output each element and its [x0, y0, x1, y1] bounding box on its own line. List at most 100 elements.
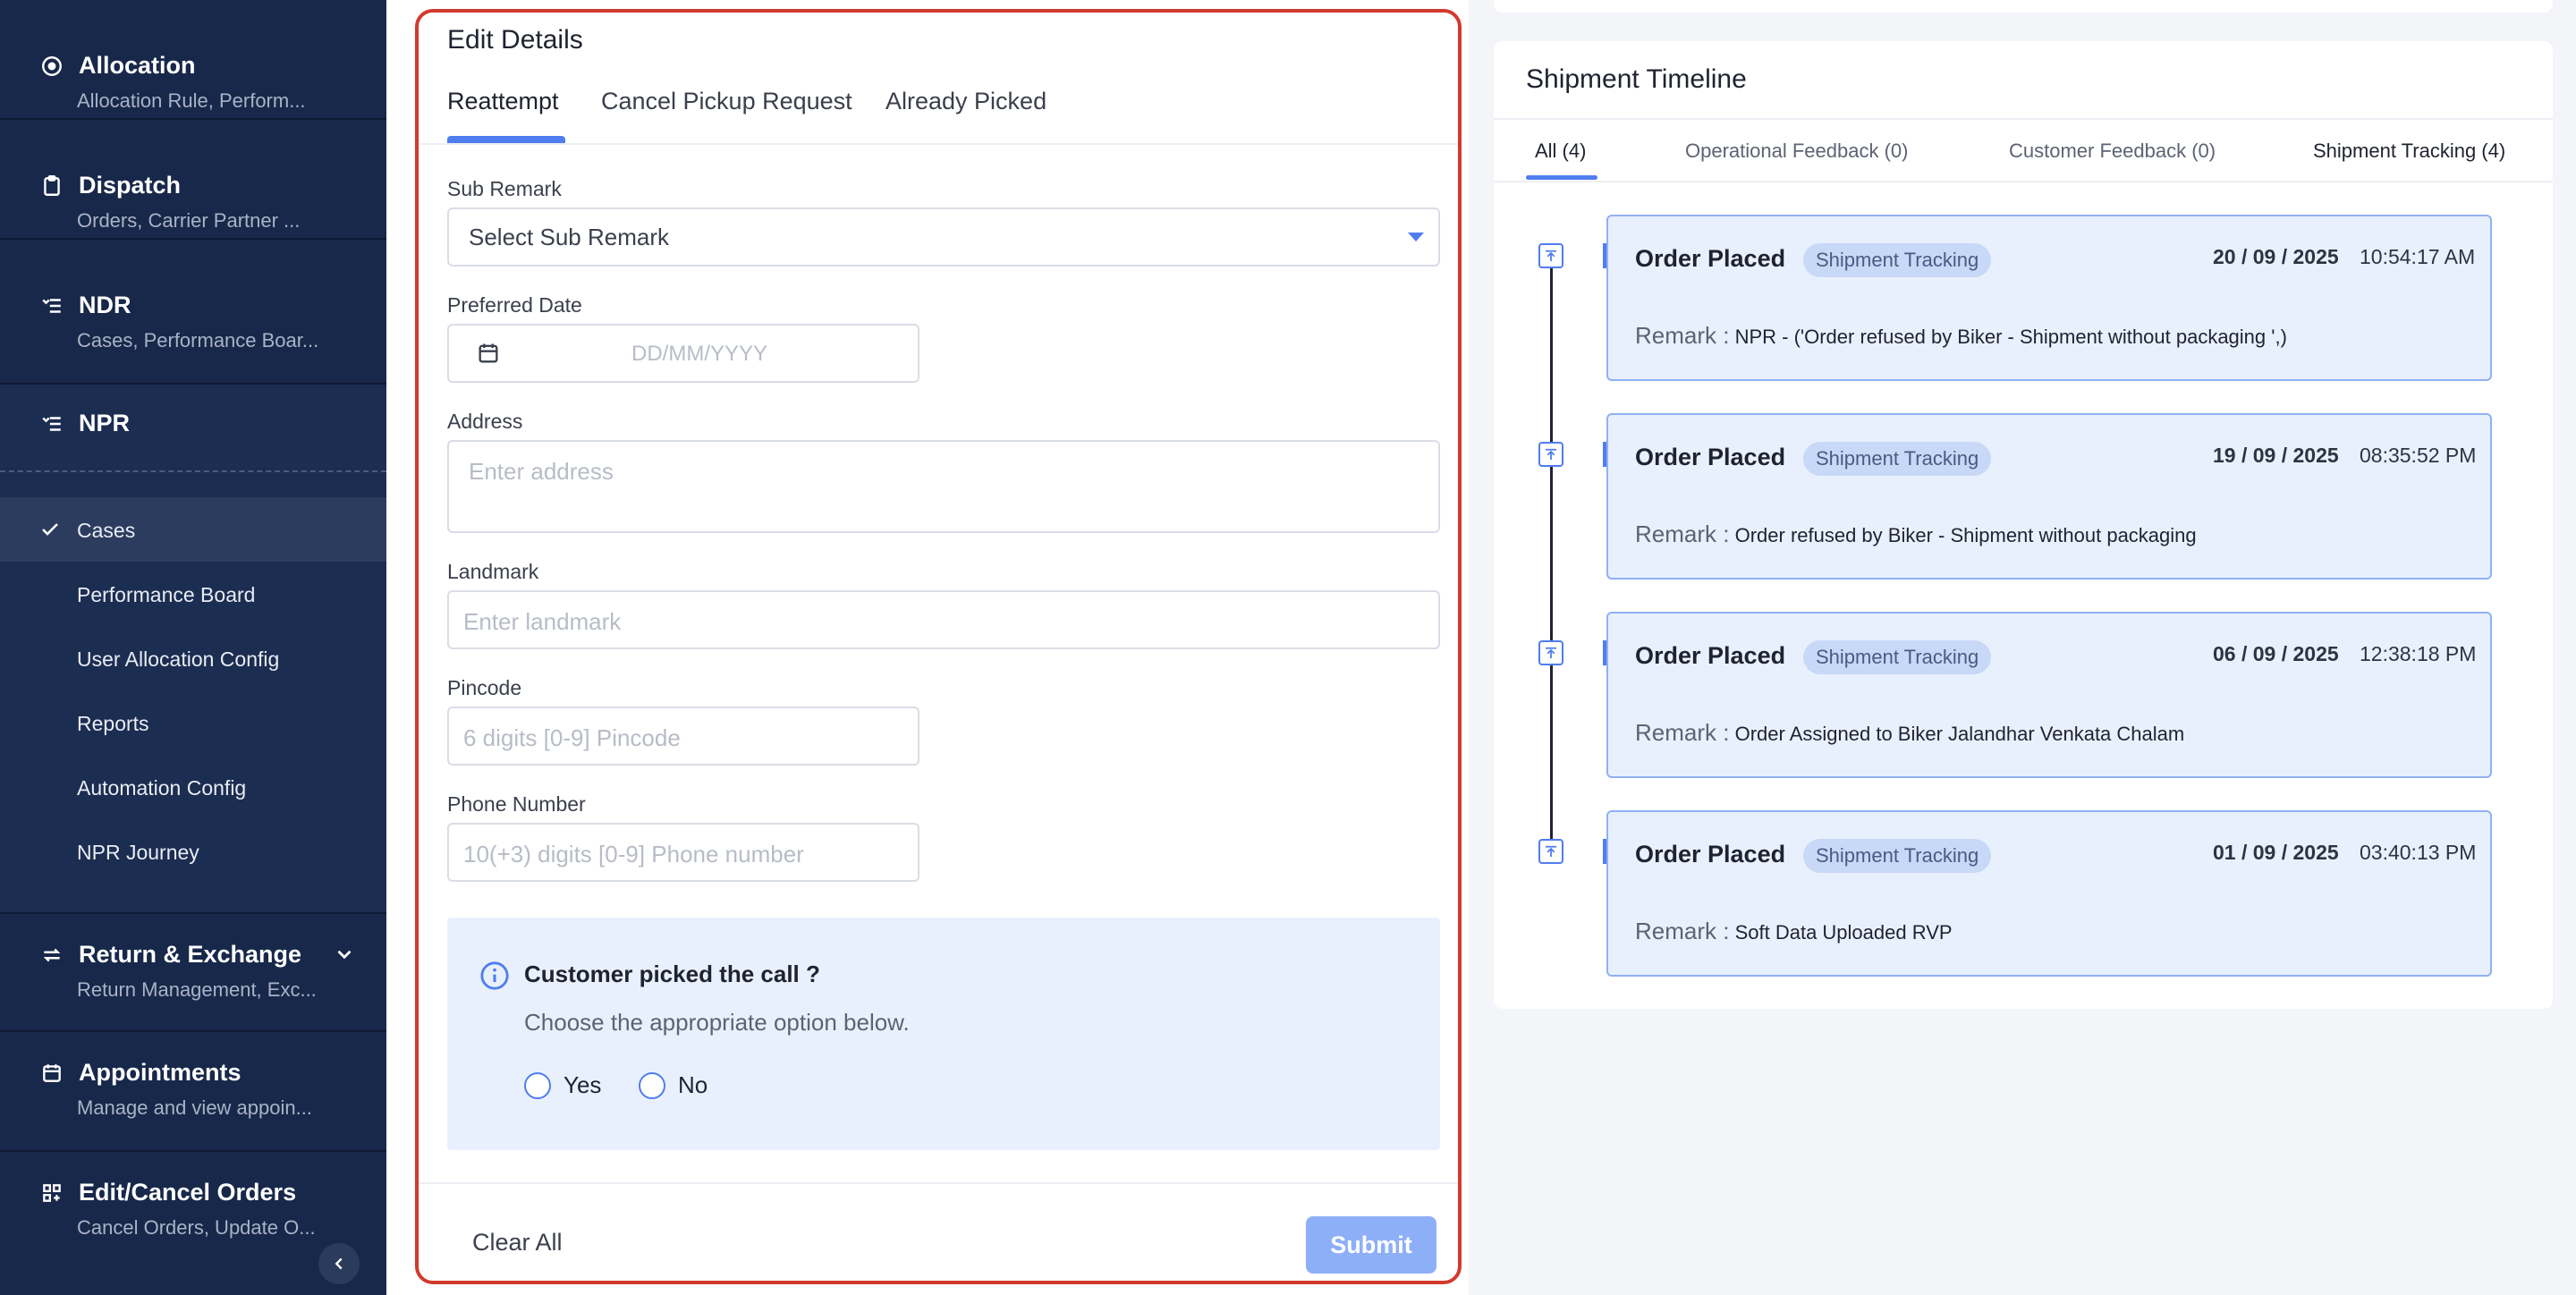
timeline-node-icon — [1538, 243, 1563, 268]
divider — [419, 143, 1458, 145]
tab-shipment-tracking[interactable]: Shipment Tracking (4) — [2313, 140, 2505, 163]
landmark-label: Landmark — [447, 560, 539, 583]
nav-allocation[interactable]: Allocation Allocation Rule, Perform... — [0, 0, 386, 120]
nav-subtitle: Orders, Carrier Partner ... — [77, 209, 301, 232]
radio-no[interactable]: No — [639, 1071, 708, 1099]
radio-yes-label: Yes — [564, 1071, 602, 1098]
remark-label: Remark : — [1635, 521, 1730, 547]
event-title: Order Placed — [1635, 642, 1786, 669]
check-icon — [42, 523, 58, 536]
nav-dispatch[interactable]: Dispatch Orders, Carrier Partner ... — [0, 120, 386, 240]
event-time: 03:40:13 PM — [2360, 841, 2477, 864]
remark-text: NPR - ('Order refused by Biker - Shipmen… — [1734, 326, 2287, 348]
timeline-node-icon — [1538, 640, 1563, 665]
nav-title: NPR — [79, 410, 131, 436]
remark-label: Remark : — [1635, 322, 1730, 349]
tab-already-picked[interactable]: Already Picked — [886, 88, 1046, 115]
preferred-date-placeholder: DD/MM/YYYY — [631, 342, 768, 366]
phone-number-placeholder: 10(+3) digits [0-9] Phone number — [463, 841, 804, 868]
calendar-icon[interactable] — [476, 341, 501, 366]
address-input[interactable]: Enter address — [447, 440, 1440, 533]
event-title: Order Placed — [1635, 841, 1786, 868]
timeline-event: Order Placed Shipment Tracking 06 / 09 /… — [1606, 612, 2492, 778]
tab-operational-feedback[interactable]: Operational Feedback (0) — [1685, 140, 1908, 163]
phone-number-label: Phone Number — [447, 792, 586, 816]
nav-subtitle: Return Management, Exc... — [77, 978, 317, 1001]
event-date: 20 / 09 / 2025 — [2213, 245, 2339, 268]
event-badge: Shipment Tracking — [1803, 839, 1992, 873]
nav-ndr[interactable]: NDR Cases, Performance Boar... — [0, 240, 386, 385]
edit-details-title: Edit Details — [447, 25, 583, 55]
remark-text: Soft Data Uploaded RVP — [1734, 921, 1953, 944]
npr-item-cases[interactable]: Cases — [77, 519, 135, 543]
event-date: 19 / 09 / 2025 — [2213, 444, 2339, 467]
timeline-node-icon — [1538, 839, 1563, 864]
tab-reattempt[interactable]: Reattempt — [447, 88, 559, 115]
nav-subtitle: Manage and view appoin... — [77, 1096, 312, 1119]
event-remark: Remark : Order Assigned to Biker Jalandh… — [1635, 719, 2184, 747]
timeline-event: Order Placed Shipment Tracking 20 / 09 /… — [1606, 215, 2492, 381]
timeline-event: Order Placed Shipment Tracking 01 / 09 /… — [1606, 810, 2492, 977]
event-time: 08:35:52 PM — [2360, 444, 2477, 467]
list-icon — [39, 293, 64, 318]
event-badge: Shipment Tracking — [1803, 442, 1992, 476]
remark-text: Order refused by Biker - Shipment withou… — [1734, 524, 2197, 546]
active-tab-indicator — [447, 136, 565, 143]
collapse-sidebar-button[interactable] — [318, 1243, 360, 1284]
nav-appointments[interactable]: Appointments Manage and view appoin... — [0, 1032, 386, 1152]
event-time: 12:38:18 PM — [2360, 642, 2477, 665]
remark-text: Order Assigned to Biker Jalandhar Venkat… — [1734, 723, 2185, 745]
event-badge: Shipment Tracking — [1803, 640, 1992, 674]
edit-details-card: Edit Details Reattempt Cancel Pickup Req… — [415, 9, 1462, 1284]
landmark-input[interactable]: Enter landmark — [447, 590, 1440, 649]
divider — [1494, 181, 2553, 182]
pincode-input[interactable]: 6 digits [0-9] Pincode — [447, 707, 919, 766]
calendar-icon — [39, 1061, 64, 1086]
npr-item-user-allocation-config[interactable]: User Allocation Config — [77, 648, 279, 672]
nav-subtitle: Cancel Orders, Update O... — [77, 1216, 316, 1239]
tab-all[interactable]: All (4) — [1535, 140, 1586, 163]
target-icon — [39, 54, 64, 79]
event-date: 06 / 09 / 2025 — [2213, 642, 2339, 665]
submit-button[interactable]: Submit — [1306, 1216, 1436, 1274]
sub-remark-select[interactable]: Select Sub Remark — [447, 207, 1440, 267]
phone-number-input[interactable]: 10(+3) digits [0-9] Phone number — [447, 823, 919, 882]
event-remark: Remark : Soft Data Uploaded RVP — [1635, 918, 1953, 945]
pincode-label: Pincode — [447, 676, 522, 699]
nav-npr[interactable]: NPR — [0, 385, 386, 470]
event-remark: Remark : NPR - ('Order refused by Biker … — [1635, 322, 2287, 350]
nav-title: NDR — [79, 292, 131, 318]
nav-title: Appointments — [79, 1059, 242, 1086]
tab-cancel-pickup-request[interactable]: Cancel Pickup Request — [601, 88, 852, 115]
divider — [1494, 118, 2553, 120]
divider — [419, 1182, 1458, 1184]
shipment-timeline-title: Shipment Timeline — [1526, 64, 1747, 94]
customer-call-text: Choose the appropriate option below. — [524, 1009, 910, 1036]
tab-customer-feedback[interactable]: Customer Feedback (0) — [2009, 140, 2216, 163]
nav-return-exchange[interactable]: Return & Exchange Return Management, Exc… — [0, 912, 386, 1032]
event-title: Order Placed — [1635, 245, 1786, 272]
event-date: 01 / 09 / 2025 — [2213, 841, 2339, 864]
npr-item-npr-journey[interactable]: NPR Journey — [77, 841, 199, 865]
nav-title: Allocation — [79, 52, 196, 79]
remark-label: Remark : — [1635, 719, 1730, 746]
radio-yes[interactable]: Yes — [524, 1071, 601, 1099]
exchange-icon — [39, 943, 64, 968]
info-icon — [480, 961, 509, 990]
radio-circle[interactable] — [524, 1071, 551, 1099]
chevron-down-icon[interactable] — [333, 943, 356, 966]
nav-subtitle: Allocation Rule, Perform... — [77, 89, 306, 112]
shipment-timeline-card: Shipment Timeline All (4) Operational Fe… — [1494, 41, 2553, 1009]
npr-item-automation-config[interactable]: Automation Config — [77, 776, 246, 800]
npr-item-performance-board[interactable]: Performance Board — [77, 583, 255, 607]
npr-item-reports[interactable]: Reports — [77, 712, 149, 736]
nav-title: Edit/Cancel Orders — [79, 1179, 297, 1206]
timeline-event: Order Placed Shipment Tracking 19 / 09 /… — [1606, 413, 2492, 580]
sub-remark-label: Sub Remark — [447, 177, 562, 200]
list-icon — [39, 411, 64, 436]
preferred-date-input[interactable]: DD/MM/YYYY — [447, 324, 919, 383]
event-time: 10:54:17 AM — [2360, 245, 2476, 268]
clear-all-button[interactable]: Clear All — [472, 1229, 563, 1257]
nav-title: Dispatch — [79, 172, 182, 199]
radio-circle[interactable] — [639, 1071, 665, 1099]
